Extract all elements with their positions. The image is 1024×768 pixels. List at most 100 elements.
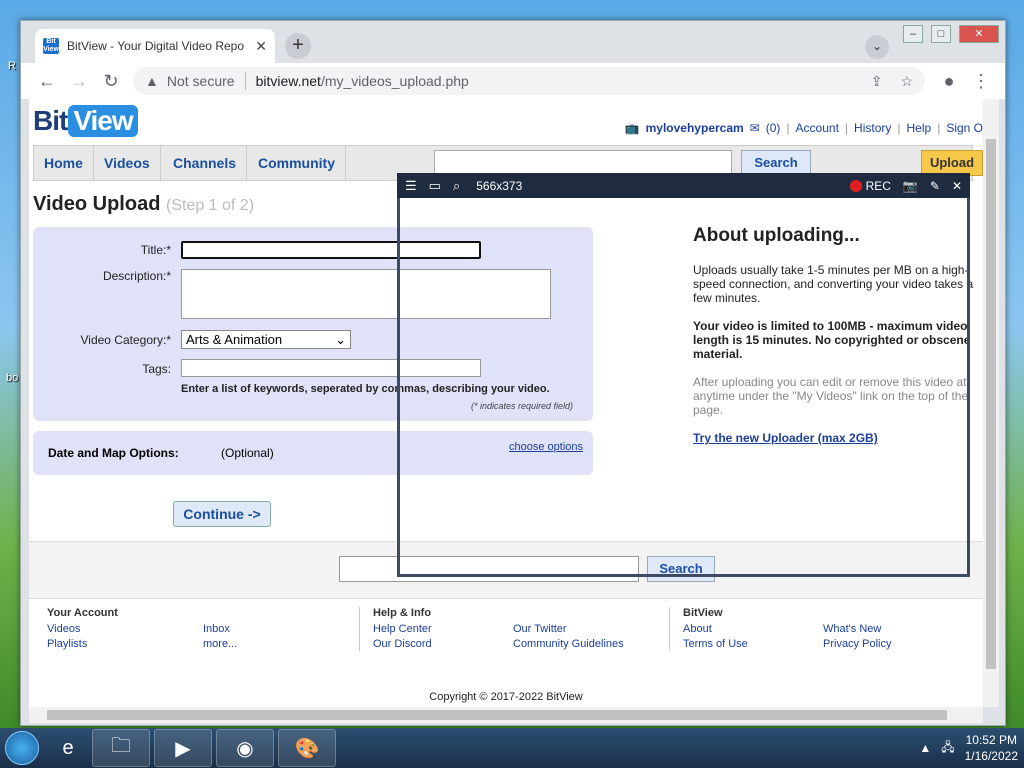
warning-icon[interactable]: ▲ xyxy=(145,73,159,89)
bookmark-star-icon[interactable]: ☆ xyxy=(900,73,913,90)
bitview-favicon-icon: Bit View xyxy=(43,38,59,54)
footer-link[interactable]: What's New xyxy=(823,622,891,637)
description-label: Description:* xyxy=(102,269,171,283)
step-indicator: (Step 1 of 2) xyxy=(165,197,255,214)
recorder-frame[interactable] xyxy=(397,173,970,577)
menu-kebab-icon[interactable]: ⋮ xyxy=(965,71,997,92)
footer-heading: Help & Info xyxy=(373,607,432,619)
username-link[interactable]: mylovehypercam xyxy=(646,121,744,135)
address-bar[interactable]: ▲ Not secure bitview.net /my_videos_uplo… xyxy=(133,67,925,95)
footer-link[interactable]: Videos xyxy=(47,622,118,637)
vertical-scrollbar[interactable] xyxy=(983,99,999,707)
footer-divider xyxy=(669,607,670,651)
footer-link[interactable]: Our Discord xyxy=(373,637,432,652)
record-icon xyxy=(849,180,862,193)
close-window-button[interactable]: ✕ xyxy=(959,25,999,43)
continue-button[interactable]: Continue -> xyxy=(173,501,271,527)
browser-toolbar: ← → ↻ ▲ Not secure bitview.net /my_video… xyxy=(21,63,1005,99)
profile-icon[interactable]: ● xyxy=(933,71,965,92)
copyright: Copyright © 2017-2022 BitView xyxy=(429,691,583,703)
user-bar: 📺 mylovehypercam ✉ (0) | Account | Histo… xyxy=(625,121,983,135)
divider: | xyxy=(844,121,849,135)
mail-icon[interactable]: ✉ xyxy=(750,121,760,135)
divider: | xyxy=(786,121,790,135)
rec-button[interactable]: REC xyxy=(849,178,891,193)
clock[interactable]: 10:52 PM 1/16/2022 xyxy=(965,732,1018,764)
reload-icon[interactable]: ↻ xyxy=(95,71,127,92)
footer-link[interactable]: Playlists xyxy=(47,637,118,652)
sign-out-link[interactable]: Sign O xyxy=(946,121,983,135)
account-link[interactable]: Account xyxy=(796,121,839,135)
media-player-icon[interactable]: ▶ xyxy=(154,729,212,767)
tab-strip: Bit View BitView - Your Digital Video Re… xyxy=(21,21,1005,63)
ie-icon[interactable]: e xyxy=(48,729,88,767)
tray-arrow-icon[interactable]: ▲ xyxy=(919,741,931,755)
footer-divider xyxy=(359,607,360,651)
footer-link[interactable]: Inbox xyxy=(203,622,237,637)
menu-icon[interactable]: ☰ xyxy=(405,178,417,194)
nav-community[interactable]: Community xyxy=(248,146,346,180)
category-select[interactable]: Arts & Animation ⌄ xyxy=(181,330,351,349)
close-icon[interactable]: ✕ xyxy=(952,179,962,193)
zoom-region-icon[interactable]: ⌕ xyxy=(453,178,460,194)
forward-icon[interactable]: → xyxy=(63,71,95,92)
footer-account: Your Account Videos Playlists xyxy=(47,607,118,652)
windows-logo-icon xyxy=(5,731,39,765)
date-map-label: Date and Map Options: xyxy=(48,446,179,460)
url-domain: bitview.net xyxy=(255,73,321,89)
new-tab-button[interactable]: + xyxy=(285,33,311,59)
close-tab-icon[interactable]: ✕ xyxy=(255,38,267,55)
desktop-icon[interactable]: R xyxy=(8,60,16,72)
footer-link[interactable]: About xyxy=(683,622,748,637)
browser-tab[interactable]: Bit View BitView - Your Digital Video Re… xyxy=(35,29,275,63)
category-value: Arts & Animation xyxy=(186,332,283,347)
clock-date: 1/16/2022 xyxy=(964,749,1018,763)
footer-link[interactable]: Terms of Use xyxy=(683,637,748,652)
footer-link[interactable]: Our Twitter xyxy=(513,622,624,637)
scroll-thumb[interactable] xyxy=(986,139,996,669)
share-icon[interactable]: ⇪ xyxy=(871,73,883,90)
nav-videos[interactable]: Videos xyxy=(94,146,161,180)
footer-link[interactable]: Help Center xyxy=(373,622,432,637)
network-icon[interactable]: 🖧 xyxy=(941,738,954,759)
tags-label: Tags: xyxy=(142,362,171,376)
horizontal-scrollbar[interactable] xyxy=(29,707,983,723)
pencil-icon[interactable]: ✎ xyxy=(930,179,940,193)
back-icon[interactable]: ← xyxy=(31,71,63,92)
history-link[interactable]: History xyxy=(854,121,891,135)
paint-icon[interactable]: 🎨 xyxy=(278,729,336,767)
footer-link[interactable]: Privacy Policy xyxy=(823,637,891,652)
nav-channels[interactable]: Channels xyxy=(163,146,248,180)
start-button[interactable] xyxy=(0,728,44,768)
title-label: Title:* xyxy=(140,243,171,257)
bitview-logo[interactable]: Bit View xyxy=(33,105,138,137)
inbox-count[interactable]: (0) xyxy=(766,121,781,135)
desktop-icon[interactable]: bo xyxy=(6,372,18,384)
footer-heading: BitView xyxy=(683,607,723,619)
chrome-icon[interactable]: ◉ xyxy=(216,729,274,767)
footer-link[interactable]: more... xyxy=(203,637,237,652)
window-icon[interactable]: ▭ xyxy=(429,178,441,194)
help-link[interactable]: Help xyxy=(907,121,932,135)
tab-search-button[interactable]: ⌄ xyxy=(865,35,889,59)
footer-bitview-2: What's New Privacy Policy xyxy=(823,622,891,652)
system-tray: ▲ 🖧 10:52 PM 1/16/2022 xyxy=(919,728,1018,768)
footer-help-2: Our Twitter Community Guidelines xyxy=(513,622,624,652)
page-title: Video Upload (Step 1 of 2) xyxy=(33,193,254,216)
maximize-button[interactable]: □ xyxy=(931,25,951,43)
footer-link[interactable]: Community Guidelines xyxy=(513,637,624,652)
camera-icon[interactable]: 📷 xyxy=(903,179,918,193)
rec-label: REC xyxy=(865,178,891,193)
scroll-thumb[interactable] xyxy=(47,710,947,720)
recorder-dimensions: 566x373 xyxy=(476,178,523,193)
nav-home[interactable]: Home xyxy=(34,146,94,180)
taskbar: e 🗀 ▶ ◉ 🎨 ▲ 🖧 10:52 PM 1/16/2022 xyxy=(0,728,1024,768)
explorer-icon[interactable]: 🗀 xyxy=(92,729,150,767)
tab-title: BitView - Your Digital Video Repo xyxy=(67,39,244,53)
footer-heading: Your Account xyxy=(47,607,118,619)
minimize-button[interactable]: – xyxy=(903,25,923,43)
security-status: Not secure xyxy=(166,73,235,89)
divider: | xyxy=(897,121,901,135)
category-label: Video Category:* xyxy=(80,333,171,347)
page-title-text: Video Upload xyxy=(33,193,161,215)
